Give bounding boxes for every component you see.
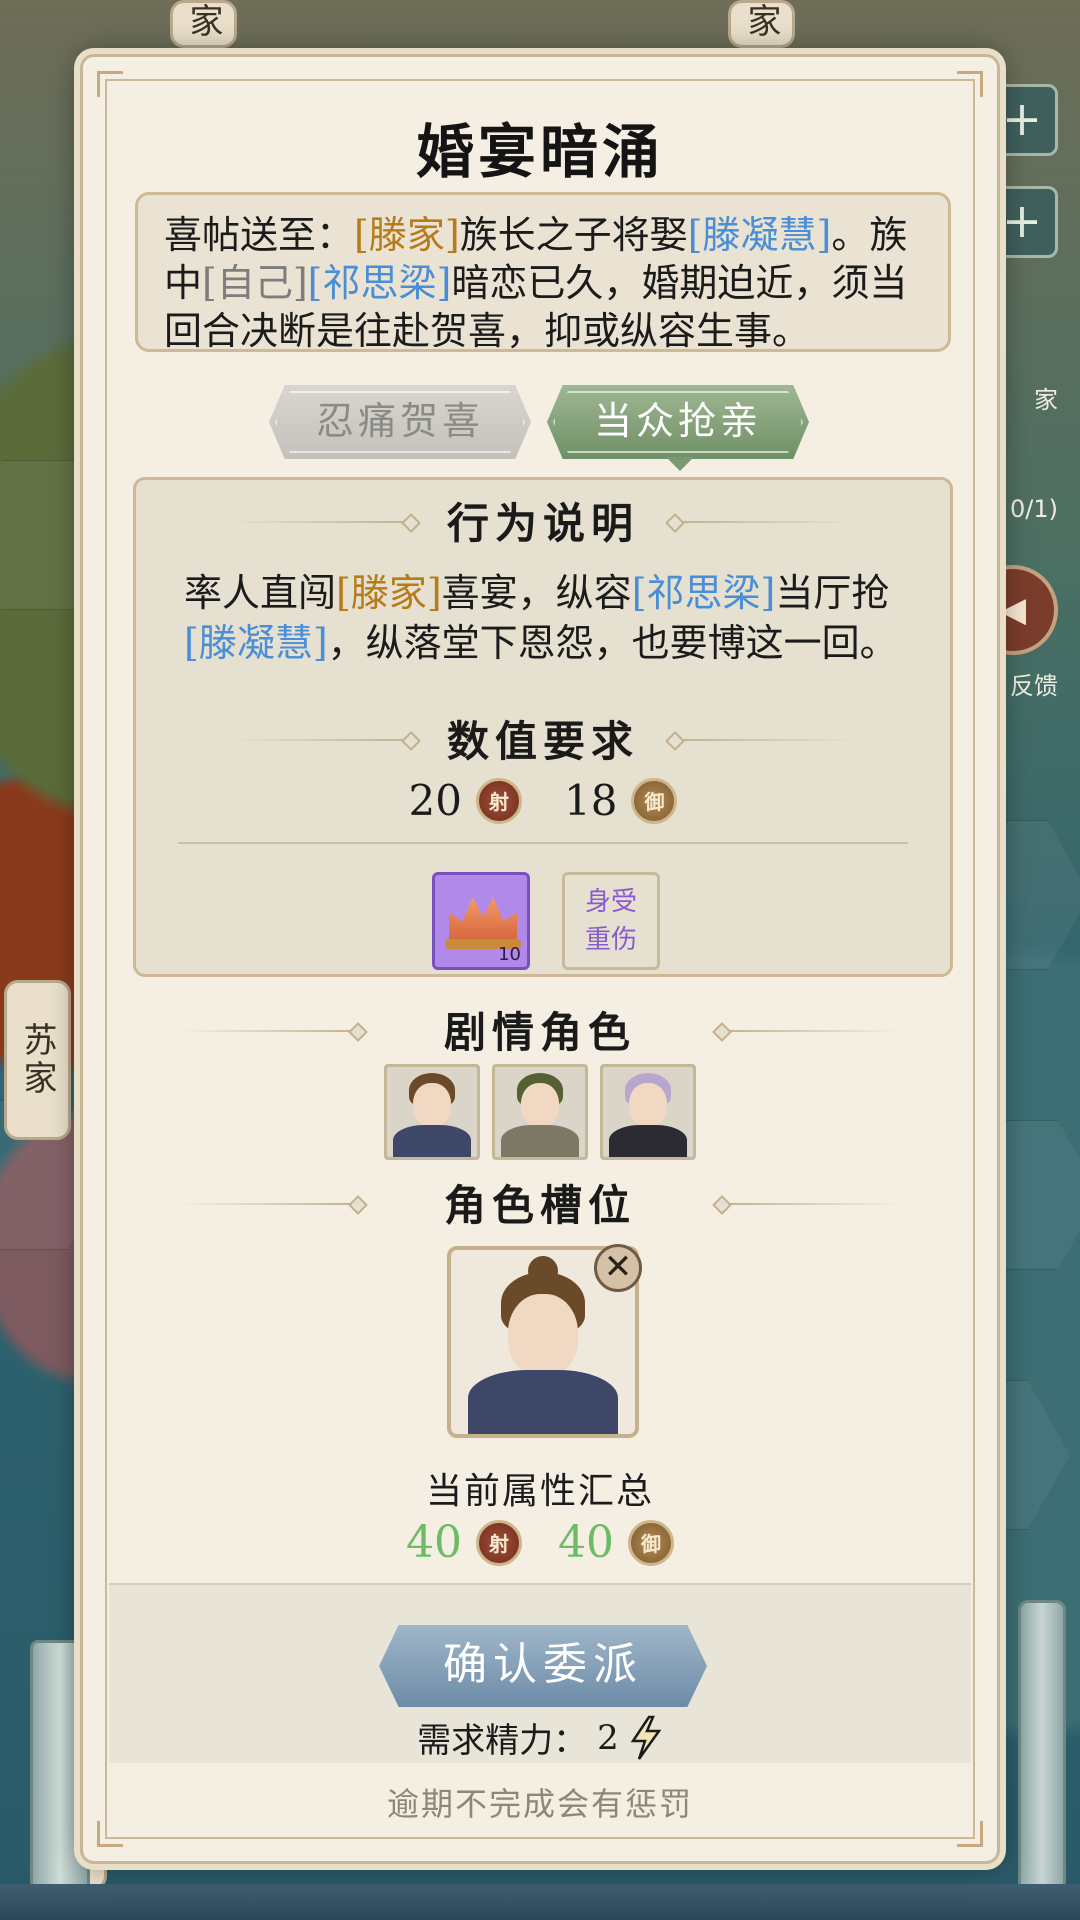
crown-icon (449, 897, 517, 941)
speaker-icon: ◀ (999, 590, 1027, 630)
self-link[interactable]: [自己] (202, 261, 308, 305)
status-line: 身受 (584, 887, 637, 917)
action-panel: 行为说明 率人直闯[滕家]喜宴，纵容[祁思梁]当厅抢 [滕凝慧]，纵落堂下恩怨，也… (133, 477, 953, 977)
item-count: 10 (498, 944, 521, 965)
desc-text: 率人直闯 (184, 571, 337, 615)
role-portrait[interactable] (600, 1064, 696, 1160)
tab-border (275, 391, 525, 453)
family-link[interactable]: [滕家] (354, 213, 460, 257)
character-link[interactable]: [祁思梁] (308, 261, 452, 305)
robe (609, 1125, 687, 1157)
section-heading: 数值要求 (136, 708, 950, 769)
section-heading: 角色槽位 (83, 1172, 997, 1233)
action-description: 率人直闯[滕家]喜宴，纵容[祁思梁]当厅抢 [滕凝慧]，纵落堂下恩怨，也要博这一回… (184, 568, 914, 668)
status-line: 重伤 (584, 925, 637, 955)
heading-ornament (721, 1029, 901, 1032)
requirement-heading: 数值要求 (446, 717, 639, 766)
face (521, 1083, 559, 1127)
charioteering-stat-icon: 御 (631, 777, 678, 824)
tab-border (553, 391, 803, 453)
desc-text: ，纵落堂下恩怨，也要博这一回。 (327, 621, 898, 665)
role-portrait[interactable] (492, 1064, 588, 1160)
dialog-title: 婚宴暗涌 (415, 118, 664, 186)
plot-role-list (83, 1064, 997, 1160)
slot-heading: 角色槽位 (443, 1181, 636, 1230)
close-icon: ✕ (603, 1247, 633, 1287)
desc-text: 喜宴，纵容 (441, 571, 632, 615)
heading-ornament (232, 738, 412, 741)
roles-heading: 剧情角色 (443, 1008, 636, 1057)
plus-icon: + (1001, 91, 1043, 147)
face (413, 1083, 451, 1127)
panel-divider (178, 842, 908, 844)
plus-icon: + (1001, 193, 1043, 249)
face (629, 1083, 667, 1127)
section-heading: 剧情角色 (83, 999, 997, 1060)
energy-bolt-icon (630, 1715, 662, 1760)
attribute-summary-row: 40 射 40 御 (83, 1517, 997, 1568)
heading-ornament (674, 738, 854, 741)
heading-ornament (179, 1029, 359, 1032)
robe (393, 1125, 471, 1157)
story-text: 喜帖送至： (164, 213, 355, 257)
attribute-summary-title: 当前属性汇总 (425, 1471, 654, 1512)
charioteering-stat-icon: 御 (628, 1519, 674, 1566)
bottom-bar (0, 1884, 1080, 1920)
map-region-tag[interactable]: 家 (728, 0, 795, 48)
desc-text: 当厅抢 (775, 571, 890, 615)
requirement-row: 20 射 18 御 (136, 776, 950, 825)
tab-seize-bride[interactable]: 当众抢亲 (547, 385, 809, 459)
map-region-tag-su[interactable]: 苏家 (4, 980, 71, 1140)
corner-ornament (957, 71, 983, 97)
corner-ornament (97, 71, 123, 97)
requirement-value: 18 (564, 776, 618, 825)
role-portrait[interactable] (384, 1064, 480, 1160)
requirement-value: 20 (408, 776, 462, 825)
feedback-label: 反馈 (1010, 672, 1058, 700)
status-effect-slot[interactable]: 身受 重伤 (562, 872, 660, 970)
penalty-notice: 逾期不完成会有惩罚 (386, 1785, 693, 1823)
heading-ornament (232, 520, 412, 523)
confirm-assign-button[interactable]: 确认委派 (379, 1625, 707, 1707)
heading-ornament (721, 1202, 901, 1205)
action-heading: 行为说明 (446, 499, 639, 548)
family-link[interactable]: [滕家] (336, 571, 442, 615)
side-label: 0/1) (1010, 495, 1058, 523)
archery-stat-icon: 射 (476, 1519, 522, 1566)
remove-character-button[interactable]: ✕ (594, 1244, 642, 1292)
energy-value: 2 (597, 1717, 619, 1758)
character-link[interactable]: [滕凝慧] (184, 621, 328, 665)
robe (501, 1125, 579, 1157)
story-text-box: 喜帖送至：[滕家]族长之子将娶[滕凝慧]。族中[自己][祁思梁]暗恋已久，婚期迫… (135, 192, 951, 353)
side-label: 家 (1034, 386, 1058, 414)
map-region-tag[interactable]: 家 (170, 0, 237, 48)
heading-ornament (674, 520, 854, 523)
character-link[interactable]: [祁思梁] (632, 571, 776, 615)
robe (468, 1370, 618, 1434)
archery-stat-icon: 射 (476, 777, 522, 824)
event-dialog: 婚宴暗涌 喜帖送至：[滕家]族长之子将娶[滕凝慧]。族中[自己][祁思梁]暗恋已… (80, 54, 1000, 1864)
attribute-value: 40 (558, 1517, 614, 1568)
heading-ornament (179, 1202, 359, 1205)
scroll-decoration (1018, 1600, 1066, 1910)
selected-tab-pointer (666, 457, 694, 471)
energy-label: 需求精力： (417, 1721, 588, 1761)
section-heading: 行为说明 (136, 490, 950, 551)
character-link[interactable]: [滕凝慧] (688, 213, 832, 257)
reward-item-slot[interactable]: 10 (432, 872, 530, 970)
tab-endure-congratulate[interactable]: 忍痛贺喜 (269, 385, 531, 459)
story-text: 族长之子将娶 (459, 213, 688, 257)
attribute-value: 40 (406, 1517, 462, 1568)
energy-requirement: 需求精力： 2 (83, 1713, 997, 1762)
face (508, 1294, 578, 1378)
